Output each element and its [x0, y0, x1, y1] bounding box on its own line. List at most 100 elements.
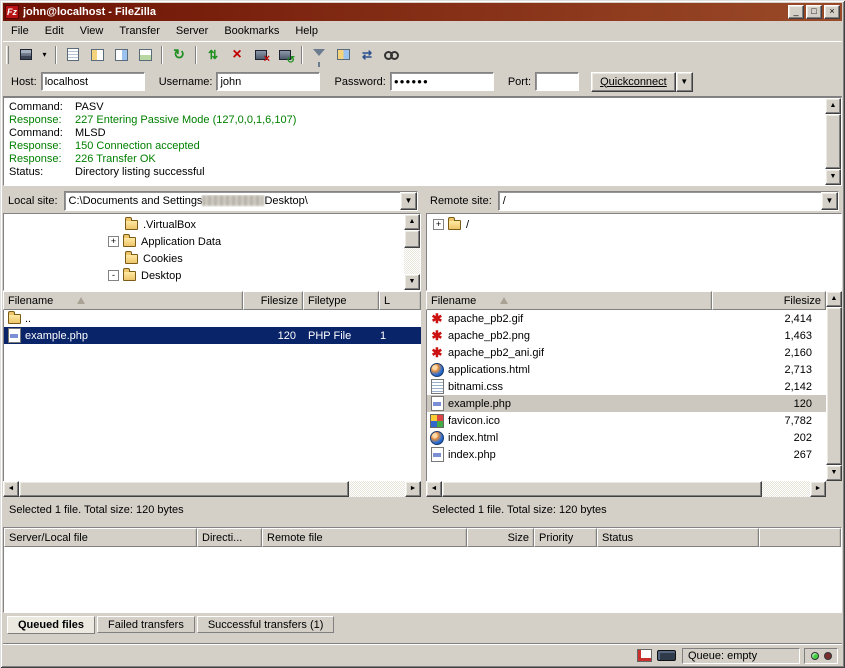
queue-column-server-local-file[interactable]: Server/Local file [4, 528, 197, 547]
scroll-left-button[interactable]: ◄ [426, 481, 442, 497]
file-row-selected[interactable]: example.php120 [427, 395, 826, 412]
site-manager-button[interactable] [14, 44, 38, 66]
file-row[interactable]: bitnami.css2,142 [427, 378, 826, 395]
combo-dropdown-button[interactable]: ▼ [821, 192, 838, 210]
toggle-message-log-button[interactable] [61, 44, 85, 66]
toolbar-gripper[interactable] [6, 46, 9, 64]
toolbar-separator [161, 46, 163, 64]
menu-item-edit[interactable]: Edit [37, 22, 72, 40]
password-input[interactable] [390, 72, 494, 91]
sync-browsing-button[interactable] [355, 44, 379, 66]
site-manager-dropdown[interactable]: ▾ [38, 44, 51, 66]
port-input[interactable] [535, 72, 579, 91]
file-row[interactable]: applications.html2,713 [427, 361, 826, 378]
tree-item[interactable]: .VirtualBox [4, 216, 420, 233]
tree-item[interactable]: Cookies [4, 250, 420, 267]
local-hscrollbar[interactable]: ◄ ► [3, 481, 421, 497]
tree-item[interactable]: +/ [427, 216, 841, 233]
tree-item[interactable]: +Application Data [4, 233, 420, 250]
menu-item-transfer[interactable]: Transfer [111, 22, 168, 40]
find-button[interactable] [379, 44, 403, 66]
column-header-filename[interactable]: Filename [426, 291, 712, 310]
column-header-filename[interactable]: Filename [3, 291, 243, 310]
file-row[interactable]: apache_pb2.png1,463 [427, 327, 826, 344]
collapse-icon[interactable]: - [108, 270, 119, 281]
local-site-combo[interactable]: C:\Documents and SettingsDesktop\ ▼ [64, 191, 418, 211]
scroll-right-button[interactable]: ► [810, 481, 826, 497]
scrollbar-corner [826, 481, 842, 497]
speed-limit-icon[interactable] [637, 649, 652, 662]
filter-button[interactable] [307, 44, 331, 66]
tab-failed-transfers[interactable]: Failed transfers [97, 616, 195, 633]
username-input[interactable] [216, 72, 320, 91]
scroll-down-button[interactable]: ▼ [825, 169, 841, 185]
disconnect-button[interactable] [249, 44, 273, 66]
menu-item-help[interactable]: Help [287, 22, 326, 40]
scroll-down-button[interactable]: ▼ [826, 465, 842, 481]
scroll-track[interactable] [19, 481, 405, 497]
quickconnect-button[interactable]: Quickconnect [591, 72, 676, 92]
queue-column-direction[interactable]: Directi... [197, 528, 262, 547]
file-row[interactable]: favicon.ico7,782 [427, 412, 826, 429]
menu-item-view[interactable]: View [72, 22, 112, 40]
toggle-local-tree-button[interactable] [85, 44, 109, 66]
local-tree-scrollbar[interactable]: ▲ ▼ [404, 214, 420, 290]
scroll-left-button[interactable]: ◄ [3, 481, 19, 497]
scroll-track[interactable] [404, 230, 420, 274]
minimize-button[interactable]: _ [788, 5, 804, 19]
scroll-up-button[interactable]: ▲ [825, 98, 841, 114]
menu-item-file[interactable]: File [3, 22, 37, 40]
queue-column-status[interactable]: Status [597, 528, 759, 547]
quickconnect-dropdown[interactable]: ▼ [676, 72, 693, 92]
remote-list-scrollbar[interactable]: ▲ ▼ [826, 291, 842, 481]
toggle-remote-tree-button[interactable] [109, 44, 133, 66]
cancel-button[interactable] [225, 44, 249, 66]
menu-item-bookmarks[interactable]: Bookmarks [216, 22, 287, 40]
queue-column-remote-file[interactable]: Remote file [262, 528, 467, 547]
maximize-button[interactable]: □ [806, 5, 822, 19]
file-row[interactable]: index.php267 [427, 446, 826, 463]
transfer-queue: Server/Local file Directi... Remote file… [3, 527, 842, 613]
scroll-thumb[interactable] [826, 307, 842, 465]
refresh-button[interactable] [167, 44, 191, 66]
scroll-thumb[interactable] [825, 114, 841, 169]
scroll-up-button[interactable]: ▲ [826, 291, 842, 307]
scroll-track[interactable] [442, 481, 810, 497]
column-header-filesize[interactable]: Filesize [712, 291, 826, 310]
menu-item-server[interactable]: Server [168, 22, 216, 40]
scroll-right-button[interactable]: ► [405, 481, 421, 497]
compare-button[interactable] [331, 44, 355, 66]
column-header-filesize[interactable]: Filesize [243, 291, 303, 310]
tab-successful-transfers[interactable]: Successful transfers (1) [197, 616, 335, 633]
scroll-down-button[interactable]: ▼ [404, 274, 420, 290]
remote-file-list: apache_pb2.gif2,414 apache_pb2.png1,463 … [426, 310, 826, 481]
reconnect-button[interactable] [273, 44, 297, 66]
toggle-transfer-queue-button[interactable] [133, 44, 157, 66]
log-scrollbar[interactable]: ▲ ▼ [825, 98, 841, 185]
scroll-thumb[interactable] [19, 481, 349, 497]
file-row[interactable]: apache_pb2_ani.gif2,160 [427, 344, 826, 361]
scroll-thumb[interactable] [442, 481, 762, 497]
host-input[interactable] [41, 72, 145, 91]
remote-hscrollbar[interactable]: ◄ ► [426, 481, 826, 497]
column-header-filetype[interactable]: Filetype [303, 291, 379, 310]
file-row-selected[interactable]: example.php 120 PHP File 1 [4, 327, 421, 344]
file-row[interactable]: index.html202 [427, 429, 826, 446]
queue-column-size[interactable]: Size [467, 528, 534, 547]
expand-icon[interactable]: + [433, 219, 444, 230]
process-queue-button[interactable] [201, 44, 225, 66]
close-button[interactable]: × [824, 5, 840, 19]
file-row[interactable]: apache_pb2.gif2,414 [427, 310, 826, 327]
remote-site-combo[interactable]: / ▼ [498, 191, 839, 211]
tab-queued-files[interactable]: Queued files [7, 616, 95, 634]
combo-dropdown-button[interactable]: ▼ [400, 192, 417, 210]
scroll-track[interactable] [826, 307, 842, 465]
scroll-thumb[interactable] [404, 230, 420, 248]
file-row[interactable]: .. [4, 310, 421, 327]
scroll-track[interactable] [825, 114, 841, 169]
queue-column-priority[interactable]: Priority [534, 528, 597, 547]
scroll-up-button[interactable]: ▲ [404, 214, 420, 230]
column-header-last-modified[interactable]: L [379, 291, 421, 310]
expand-icon[interactable]: + [108, 236, 119, 247]
tree-item[interactable]: -Desktop [4, 267, 420, 284]
